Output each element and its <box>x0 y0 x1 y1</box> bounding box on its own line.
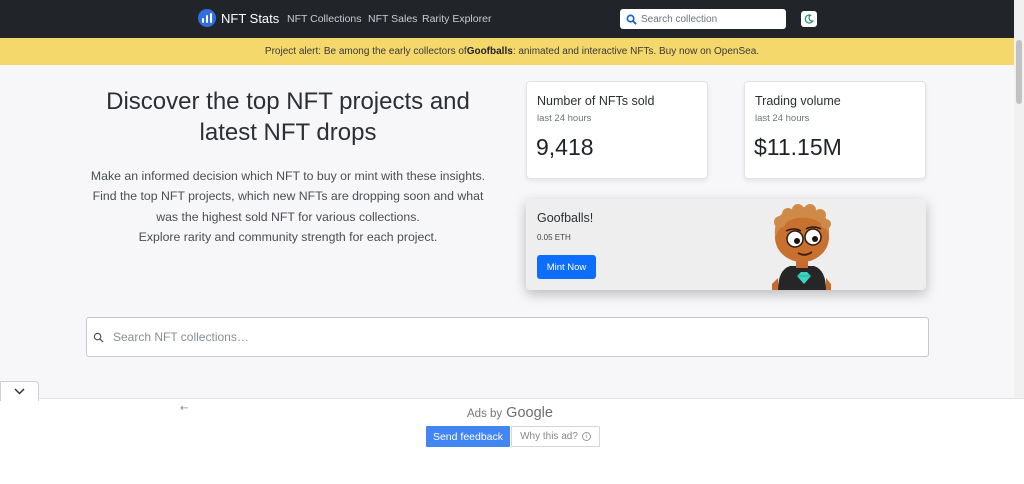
mint-now-button[interactable]: Mint Now <box>537 255 596 279</box>
hero-line: Explore rarity and community strength fo… <box>138 229 438 244</box>
nft-collection-search[interactable] <box>86 317 929 357</box>
stat-title: Trading volume <box>755 94 841 108</box>
page-scrollbar[interactable] <box>1014 0 1024 398</box>
hero-line: Find the top NFT projects, which new NFT… <box>92 189 484 204</box>
ad-collapse-toggle[interactable] <box>0 381 39 401</box>
search-icon <box>626 14 637 25</box>
nav-link-nft-sales[interactable]: NFT Sales <box>368 13 417 25</box>
why-this-ad-label: Why this ad? <box>520 431 578 442</box>
scrollbar-thumb[interactable] <box>1016 40 1022 104</box>
send-feedback-button[interactable]: Send feedback <box>426 426 510 447</box>
hero-title: Discover the top NFT projects and latest… <box>106 88 470 146</box>
promo-title: Goofballs! <box>537 211 594 225</box>
alert-suffix: : animated and interactive NFTs. Buy now… <box>512 46 760 57</box>
stat-period: last 24 hours <box>755 113 810 124</box>
brand[interactable]: NFT Stats <box>198 9 279 27</box>
stat-value: 9,418 <box>536 134 594 160</box>
project-alert-banner: Project alert: Be among the early collec… <box>0 38 1024 65</box>
why-this-ad-button[interactable]: Why this ad? i <box>511 426 600 447</box>
nav-link-nft-collections[interactable]: NFT Collections <box>287 13 362 25</box>
promo-card-goofballs: Goofballs! 0.05 ETH Mint Now <box>526 199 926 290</box>
ad-area: ← Ads by Google Send feedback Why this a… <box>0 398 1024 484</box>
alert-prefix: Project alert: Be among the early collec… <box>264 46 467 57</box>
chevron-down-icon <box>14 388 25 395</box>
hero-description: Make an informed decision which NFT to b… <box>80 166 496 247</box>
navbar-search[interactable] <box>620 9 786 29</box>
brand-name[interactable]: NFT Stats <box>221 11 279 26</box>
bar-chart-icon <box>198 9 216 27</box>
stat-card-trading-volume: Trading volume last 24 hours $11.15M <box>744 81 926 179</box>
info-icon: i <box>581 432 591 441</box>
stat-card-nfts-sold: Number of NFTs sold last 24 hours 9,418 <box>526 81 708 179</box>
nav-link-rarity-explorer[interactable]: Rarity Explorer <box>422 13 491 25</box>
ads-by-label: Ads by <box>467 408 503 420</box>
stat-value: $11.15M <box>754 134 842 160</box>
moon-icon <box>804 14 814 24</box>
ads-by-google: Ads by Google <box>467 405 553 421</box>
alert-highlight[interactable]: Goofballs <box>467 46 513 57</box>
back-arrow-icon[interactable]: ← <box>180 403 188 414</box>
stat-title: Number of NFTs sold <box>537 94 655 108</box>
hero-line: Make an informed decision which NFT to b… <box>90 169 486 183</box>
hero-line: was the highest sold NFT for various col… <box>156 209 420 224</box>
nft-collection-search-input[interactable] <box>113 330 873 344</box>
stat-period: last 24 hours <box>537 113 592 124</box>
google-logo: Google <box>506 405 553 421</box>
search-icon <box>93 332 104 343</box>
goofball-character-image <box>772 204 831 290</box>
theme-toggle-button[interactable] <box>801 11 817 27</box>
promo-price: 0.05 ETH <box>537 233 571 242</box>
top-navbar: NFT Stats NFT Collections NFT Sales Rari… <box>0 0 1024 38</box>
navbar-search-input[interactable] <box>641 13 781 25</box>
